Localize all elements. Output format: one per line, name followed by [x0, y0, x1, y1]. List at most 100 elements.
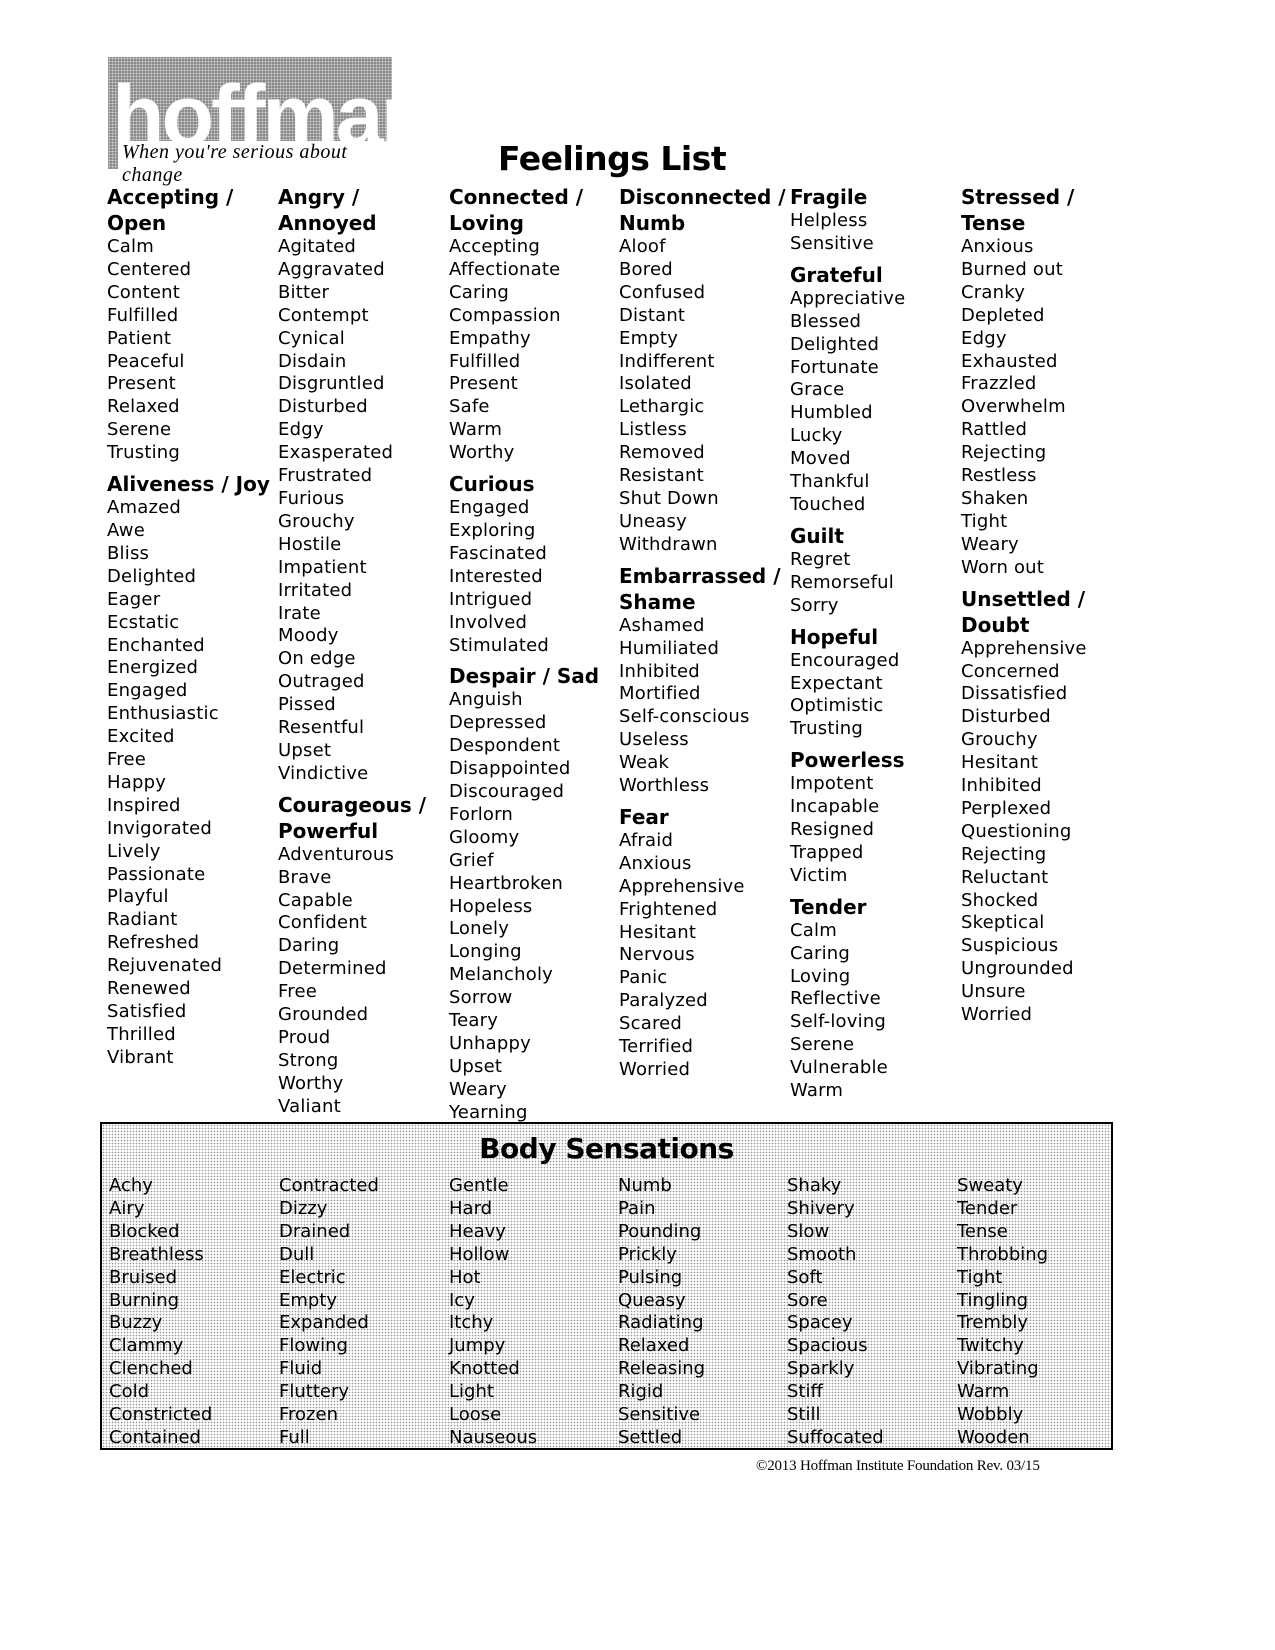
body-sensations-column: Gentle Hard Heavy Hollow Hot Icy Itchy Jumpy Kno… — [449, 1175, 614, 1450]
feeling-word: Rejuvenated — [107, 955, 223, 977]
sensation-word: Sensitive — [618, 1404, 701, 1426]
feeling-word: Humiliated — [619, 637, 720, 659]
feeling-word: Paralyzed — [619, 990, 708, 1012]
feeling-category: Accepting / Open Calm Centered Content Fulfi… — [107, 184, 277, 465]
feeling-word: Distant — [619, 304, 686, 326]
feeling-word: Calm — [790, 919, 837, 941]
feelings-column: Fragile Helpless Sensitive Grateful Apprecia… — [790, 184, 960, 1103]
feeling-word: Incapable — [790, 796, 880, 818]
feeling-category: Fragile Helpless Sensitive — [790, 184, 960, 256]
feeling-word: Trusting — [107, 442, 181, 464]
feeling-word: On edge — [278, 648, 356, 670]
feeling-word: Invigorated — [107, 817, 212, 839]
feeling-word: Caring — [449, 281, 510, 303]
feeling-word: Trusting — [790, 718, 864, 740]
feeling-word: Self-loving — [790, 1011, 887, 1033]
feeling-word: Fulfilled — [107, 304, 179, 326]
feeling-word: Free — [278, 981, 317, 1003]
feeling-word: Burned out — [961, 258, 1063, 280]
feeling-word: Hostile — [278, 533, 342, 555]
feeling-word: Listless — [619, 419, 687, 441]
feeling-word: Rejecting — [961, 843, 1047, 865]
sensation-word: Shivery — [787, 1197, 855, 1219]
feeling-word: Present — [107, 373, 176, 395]
feeling-word: Eager — [107, 588, 161, 610]
feeling-word: Bliss — [107, 542, 150, 564]
feeling-word: Dissatisfied — [961, 683, 1068, 705]
feeling-word: Appreciative — [790, 287, 906, 309]
category-heading: Angry / Annoyed — [278, 185, 377, 235]
feeling-word: Resistant — [619, 465, 704, 487]
feeling-word: Forlorn — [449, 803, 514, 825]
sensation-word: Empty — [279, 1289, 338, 1311]
feeling-word: Resentful — [278, 717, 365, 739]
feeling-word: Contempt — [278, 304, 369, 326]
sensation-word: Jumpy — [449, 1335, 506, 1357]
feeling-word: Trapped — [790, 841, 864, 863]
feeling-word: Weak — [619, 752, 670, 774]
feeling-word: Sorry — [790, 594, 839, 616]
feeling-category: Embarrassed / Shame Ashamed Humiliated Inhi… — [619, 563, 789, 798]
feeling-word: Intrigued — [449, 588, 533, 610]
feeling-word: Free — [107, 749, 146, 771]
feeling-word: Hopeless — [449, 895, 533, 917]
feeling-word: Irritated — [278, 579, 353, 601]
feeling-word: Serene — [790, 1034, 855, 1056]
feeling-word: Edgy — [278, 419, 324, 441]
sensation-word: Twitchy — [957, 1335, 1024, 1357]
feeling-word: Weary — [449, 1078, 507, 1100]
sensation-word: Dizzy — [279, 1197, 328, 1219]
feeling-word: Upset — [449, 1055, 503, 1077]
sensation-word: Knotted — [449, 1358, 520, 1380]
feeling-category: Despair / Sad Anguish Depressed Despondent D… — [449, 663, 619, 1124]
feeling-word: Withdrawn — [619, 533, 718, 555]
feeling-word: Isolated — [619, 373, 692, 395]
feeling-word: Confident — [278, 912, 368, 934]
feeling-word: Excited — [107, 726, 175, 748]
feeling-word: Upset — [278, 739, 332, 761]
category-heading: Powerless — [790, 748, 905, 773]
category-heading: Curious — [449, 472, 535, 497]
feeling-word: Hesitant — [961, 752, 1039, 774]
hoffman-logo: hoffman When you're serious about change — [108, 57, 433, 187]
sensation-word: Warm — [957, 1381, 1010, 1403]
feeling-word: Radiant — [107, 909, 178, 931]
sensation-word: Bruised — [109, 1266, 178, 1288]
feeling-word: Worried — [961, 1004, 1033, 1026]
sensation-word: Hard — [449, 1197, 493, 1219]
feeling-word: Empty — [619, 327, 679, 349]
sensation-word: Settled — [618, 1426, 683, 1448]
feeling-word: Anxious — [619, 852, 692, 874]
feeling-category: Courageous / Powerful Adventurous Brave Cap… — [278, 792, 448, 1119]
feeling-word: Inhibited — [619, 660, 700, 682]
body-sensations-title: Body Sensations — [479, 1132, 734, 1165]
sensation-word: Burning — [109, 1289, 180, 1311]
category-heading: Guilt — [790, 523, 844, 548]
feeling-word: Depleted — [961, 304, 1045, 326]
feeling-word: Frazzled — [961, 373, 1037, 395]
category-heading: Tender — [790, 894, 867, 919]
feeling-word: Caring — [790, 942, 851, 964]
feeling-word: Serene — [107, 419, 172, 441]
feeling-word: Discouraged — [449, 781, 565, 803]
feeling-word: Irate — [278, 602, 321, 624]
feeling-word: Content — [107, 281, 180, 303]
feeling-word: Victim — [790, 864, 848, 886]
feeling-word: Daring — [278, 935, 340, 957]
feeling-word: Suspicious — [961, 935, 1059, 957]
sensation-word: Achy — [109, 1175, 153, 1196]
sensation-word: Frozen — [279, 1404, 338, 1426]
sensation-word: Dull — [279, 1243, 315, 1265]
feelings-column: Angry / Annoyed Agitated Aggravated Bitter C… — [278, 184, 448, 1119]
category-heading: Hopeful — [790, 624, 879, 649]
feeling-word: Worthless — [619, 775, 710, 797]
feeling-word: Perplexed — [961, 797, 1052, 819]
sensation-word: Releasing — [618, 1358, 706, 1380]
feeling-word: Apprehensive — [619, 875, 745, 897]
feeling-word: Pissed — [278, 694, 336, 716]
feeling-word: Safe — [449, 396, 490, 418]
feeling-word: Uneasy — [619, 510, 687, 532]
sensation-word: Trembly — [957, 1312, 1029, 1334]
feelings-column: Connected / Loving Accepting Affectionate C… — [449, 184, 619, 1125]
feeling-word: Bitter — [278, 281, 330, 303]
